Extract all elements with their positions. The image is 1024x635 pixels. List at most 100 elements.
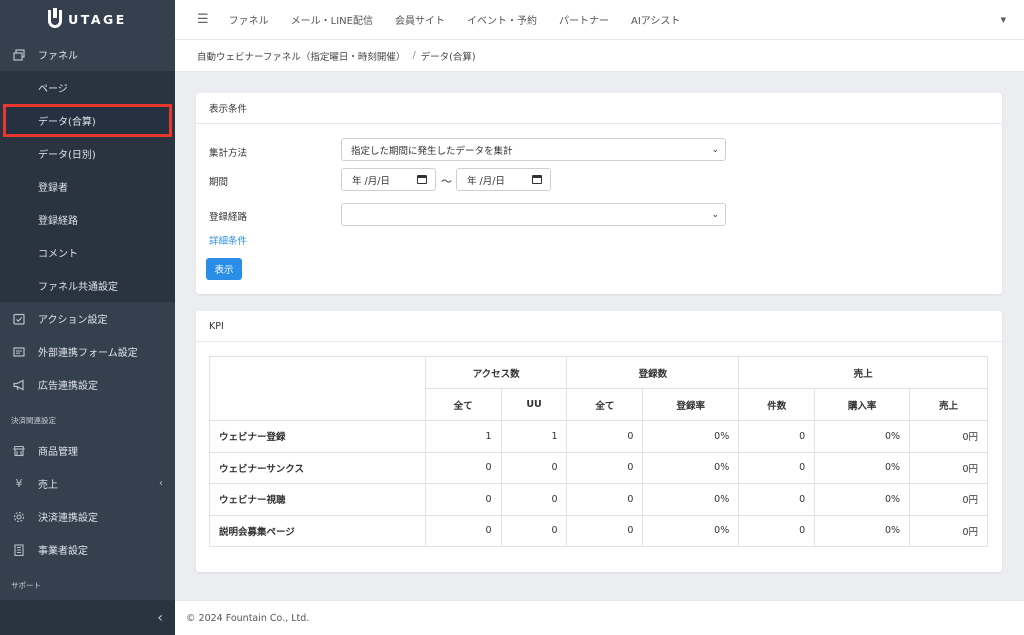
utage-logo[interactable]: UTAGE bbox=[0, 0, 175, 38]
sidebar-item-registration-route[interactable]: 登録経路 bbox=[0, 203, 175, 236]
table-cell: 0% bbox=[814, 451, 911, 484]
detail-conditions-link[interactable]: 詳細条件 bbox=[209, 233, 247, 247]
breadcrumb-parent[interactable]: 自動ウェビナーファネル（指定曜日・時刻開催） bbox=[197, 49, 405, 63]
date-from-input[interactable]: 年 /月/日 bbox=[341, 168, 436, 191]
sidebar-item-label: アクション設定 bbox=[38, 315, 108, 326]
nav-ai-assist[interactable]: AIアシスト bbox=[631, 12, 680, 27]
chevron-down-icon: ⌄ bbox=[711, 144, 719, 155]
funnel-submenu: ページ データ(合算) データ(日別) 登録者 登録経路 コメント ファネル共通… bbox=[0, 71, 175, 302]
sidebar-item-label: 登録経路 bbox=[38, 216, 78, 227]
table-cell: 0 bbox=[424, 514, 502, 547]
table-cell: 1 bbox=[500, 420, 568, 453]
chevron-left-icon: ‹ bbox=[157, 609, 163, 626]
table-cell: 0 bbox=[738, 451, 816, 484]
date-to-input[interactable]: 年 /月/日 bbox=[456, 168, 551, 191]
column-header: 件数 bbox=[738, 388, 816, 421]
sidebar-item-external-form[interactable]: 外部連携フォーム設定 bbox=[0, 335, 175, 368]
support-section-heading: サポート bbox=[11, 581, 41, 590]
sidebar-item-label: データ(合算) bbox=[38, 117, 96, 128]
sidebar: UTAGE ファネル ページ データ(合算) データ(日別) 登録者 登録経路 … bbox=[0, 0, 175, 635]
nav-partner[interactable]: パートナー bbox=[559, 12, 609, 27]
hamburger-menu-icon[interactable]: ☰ bbox=[197, 12, 209, 27]
column-header: 全て bbox=[566, 388, 644, 421]
yen-icon: ¥ bbox=[15, 477, 23, 490]
table-cell: 0 bbox=[566, 451, 644, 484]
sidebar-item-payment-settings[interactable]: 決済連携設定 bbox=[0, 500, 175, 533]
building-icon bbox=[12, 543, 26, 557]
table-cell: 0 bbox=[424, 451, 502, 484]
sidebar-item-label: 広告連携設定 bbox=[38, 381, 98, 392]
sidebar-item-label: ファネル bbox=[38, 51, 78, 62]
sidebar-item-label: ファネル共通設定 bbox=[38, 282, 118, 293]
column-header: UU bbox=[500, 388, 568, 421]
table-cell: 0 bbox=[566, 420, 644, 453]
nav-event[interactable]: イベント・予約 bbox=[467, 12, 537, 27]
route-label: 登録経路 bbox=[209, 212, 248, 223]
kpi-card: KPI アクセス数 登録数 売上 全て UU 全て 登録率 件数 購入率 売上 … bbox=[196, 311, 1002, 572]
sidebar-item-funnel-settings[interactable]: ファネル共通設定 bbox=[0, 269, 175, 302]
sidebar-item-registrants[interactable]: 登録者 bbox=[0, 170, 175, 203]
chevron-down-icon: ⌄ bbox=[711, 209, 719, 220]
select-value: 指定した期間に発生したデータを集計 bbox=[351, 145, 513, 157]
row-label: ウェビナー登録 bbox=[209, 420, 426, 453]
group-header-registrations: 登録数 bbox=[566, 356, 740, 389]
kpi-table: アクセス数 登録数 売上 全て UU 全て 登録率 件数 購入率 売上 ウェビナ… bbox=[209, 356, 988, 547]
gear-icon bbox=[12, 510, 26, 524]
table-cell: 0 bbox=[738, 483, 816, 516]
sidebar-item-data-total[interactable]: データ(合算) bbox=[3, 104, 172, 137]
brand-name: UTAGE bbox=[68, 11, 127, 27]
table-row: ウェビナー登録 1 1 0 0% 0 0% 0円 bbox=[209, 420, 988, 453]
megaphone-icon bbox=[12, 378, 26, 392]
table-cell: 0% bbox=[814, 420, 911, 453]
aggregation-method-select[interactable]: 指定した期間に発生したデータを集計 ⌄ bbox=[341, 138, 726, 161]
sidebar-item-action-settings[interactable]: アクション設定 bbox=[0, 302, 175, 335]
footer: © 2024 Fountain Co., Ltd. bbox=[175, 600, 1024, 635]
table-cell: 0% bbox=[642, 451, 740, 484]
sidebar-collapse-button[interactable]: ‹ bbox=[0, 600, 175, 635]
sidebar-item-comments[interactable]: コメント bbox=[0, 236, 175, 269]
table-cell: 0円 bbox=[909, 420, 988, 453]
sidebar-item-label: 事業者設定 bbox=[38, 546, 88, 557]
column-header: 売上 bbox=[909, 388, 988, 421]
sidebar-item-data-daily[interactable]: データ(日別) bbox=[0, 137, 175, 170]
sidebar-item-funnel[interactable]: ファネル bbox=[0, 38, 175, 71]
nav-mail-line[interactable]: メール・LINE配信 bbox=[291, 12, 373, 27]
card-title: 表示条件 bbox=[196, 93, 1002, 124]
breadcrumb: 自動ウェビナーファネル（指定曜日・時刻開催） / データ(合算) bbox=[175, 40, 1024, 72]
row-label: ウェビナーサンクス bbox=[209, 451, 426, 484]
sidebar-item-pages[interactable]: ページ bbox=[0, 71, 175, 104]
sidebar-item-sales[interactable]: ¥ 売上 ‹ bbox=[0, 467, 175, 500]
sidebar-item-label: 商品管理 bbox=[38, 447, 78, 458]
table-cell: 0% bbox=[814, 514, 911, 547]
table-corner-cell bbox=[209, 356, 426, 421]
sidebar-item-label: 決済連携設定 bbox=[38, 513, 98, 524]
utage-logo-icon bbox=[48, 8, 63, 28]
method-label: 集計方法 bbox=[209, 148, 248, 159]
period-label: 期間 bbox=[209, 177, 229, 188]
table-cell: 0 bbox=[566, 514, 644, 547]
table-cell: 0円 bbox=[909, 514, 988, 547]
sidebar-item-ad-settings[interactable]: 広告連携設定 bbox=[0, 368, 175, 401]
nav-member-site[interactable]: 会員サイト bbox=[395, 12, 445, 27]
sidebar-item-label: 売上 bbox=[38, 480, 58, 491]
registration-route-select[interactable]: ⌄ bbox=[341, 203, 726, 226]
table-cell: 0円 bbox=[909, 451, 988, 484]
calendar-icon bbox=[532, 175, 542, 184]
breadcrumb-current: データ(合算) bbox=[420, 51, 476, 63]
table-cell: 0% bbox=[642, 420, 740, 453]
table-group-header-row: アクセス数 登録数 売上 bbox=[209, 356, 988, 421]
nav-funnel[interactable]: ファネル bbox=[229, 12, 269, 27]
table-cell: 0% bbox=[642, 514, 740, 547]
table-row: ウェビナー視聴 0 0 0 0% 0 0% 0円 bbox=[209, 483, 988, 516]
sidebar-item-products[interactable]: 商品管理 bbox=[0, 434, 175, 467]
show-button[interactable]: 表示 bbox=[206, 258, 242, 280]
table-cell: 0% bbox=[642, 483, 740, 516]
date-from-value: 年 /月/日 bbox=[352, 175, 390, 187]
sidebar-item-label: 外部連携フォーム設定 bbox=[38, 348, 138, 359]
account-dropdown-caret-icon[interactable]: ▼ bbox=[1001, 16, 1006, 24]
sidebar-item-business-settings[interactable]: 事業者設定 bbox=[0, 533, 175, 566]
row-label: ウェビナー視聴 bbox=[209, 483, 426, 516]
column-header: 購入率 bbox=[814, 388, 911, 421]
checklist-icon bbox=[12, 312, 26, 326]
table-cell: 0 bbox=[738, 514, 816, 547]
